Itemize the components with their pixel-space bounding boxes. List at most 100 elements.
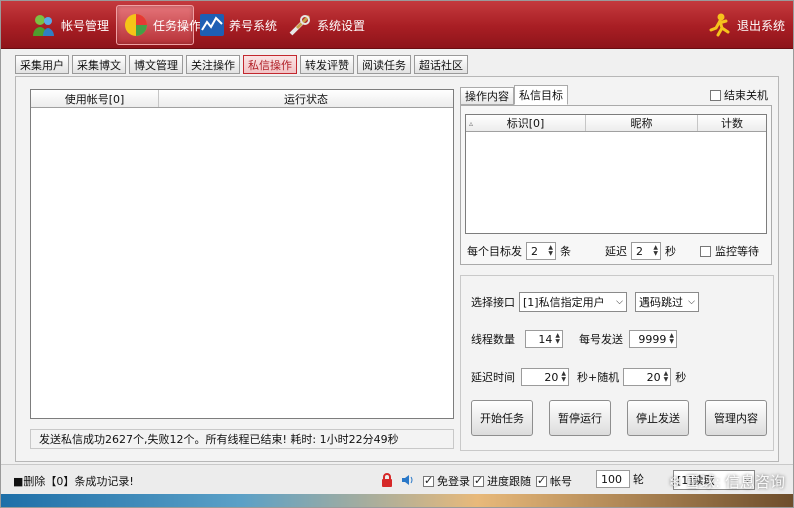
nurture-system-button[interactable]: 养号系统 bbox=[197, 5, 277, 45]
exit-system-label: 退出系统 bbox=[737, 18, 786, 33]
tab-super-topic[interactable]: 超话社区 bbox=[414, 55, 468, 74]
stepper-arrows-icon[interactable]: ▲ ▼ bbox=[548, 245, 553, 257]
per-target-stepper[interactable]: 2 ▲ ▼ bbox=[526, 242, 556, 260]
progress-follow-option[interactable]: 进度跟随 bbox=[473, 473, 531, 489]
account-option[interactable]: 帐号 bbox=[536, 473, 572, 489]
threads-row: 线程数量 14 ▲ ▼ 每号发送 9999 ▲ ▼ bbox=[471, 330, 677, 348]
interface-select[interactable]: [1]私信指定用户 ⌵ bbox=[519, 292, 627, 312]
delete-records-text[interactable]: ■删除【0】条成功记录! bbox=[13, 473, 134, 489]
round-input[interactable]: 100 bbox=[596, 470, 630, 488]
system-settings-button[interactable]: 系统设置 bbox=[281, 5, 365, 45]
target-table-header: ▵ 标识[0] 昵称 计数 bbox=[466, 115, 766, 132]
delay-time-label: 延迟时间 bbox=[471, 371, 515, 384]
per-target-value: 2 bbox=[531, 244, 538, 258]
delay-time-value: 20 bbox=[544, 370, 559, 384]
tab-collect-users[interactable]: 采集用户 bbox=[15, 55, 69, 74]
stepper-arrows-icon[interactable]: ▲ ▼ bbox=[664, 371, 669, 383]
tab-read-task[interactable]: 阅读任务 bbox=[357, 55, 411, 74]
progress-follow-checkbox[interactable] bbox=[473, 474, 484, 487]
tab-collect-posts[interactable]: 采集博文 bbox=[72, 55, 126, 74]
monitor-wait-checkbox[interactable] bbox=[700, 245, 711, 257]
line-chart-icon bbox=[199, 12, 225, 38]
round-label: 轮 bbox=[633, 473, 644, 486]
interface-row: 选择接口 [1]私信指定用户 ⌵ 遇码跳过 ⌵ bbox=[471, 292, 699, 312]
pie-chart-icon bbox=[123, 12, 149, 38]
delay-unit-label: 秒 bbox=[675, 371, 687, 384]
account-management-button[interactable]: 帐号管理 bbox=[25, 5, 115, 45]
account-option-label: 帐号 bbox=[550, 475, 572, 488]
tab-post-management[interactable]: 博文管理 bbox=[129, 55, 183, 74]
column-status[interactable]: 运行状态 bbox=[159, 90, 453, 107]
column-id-label: 标识[0] bbox=[506, 117, 545, 130]
account-status-table: 使用帐号[0] 运行状态 bbox=[30, 89, 454, 419]
system-settings-label: 系统设置 bbox=[317, 18, 366, 33]
column-account[interactable]: 使用帐号[0] bbox=[31, 90, 159, 107]
task-operation-label: 任务操作 bbox=[153, 18, 202, 33]
round-stepper[interactable]: 100 轮 bbox=[596, 470, 644, 488]
chevron-down-icon: ⌵ bbox=[616, 297, 623, 307]
speaker-icon[interactable] bbox=[401, 473, 415, 487]
round-value: 100 bbox=[601, 472, 622, 486]
stepper-arrows-icon[interactable]: ▲ ▼ bbox=[653, 245, 658, 257]
random-value: 20 bbox=[646, 370, 661, 384]
random-stepper[interactable]: 20 ▲ ▼ bbox=[623, 368, 672, 386]
progress-follow-label: 进度跟随 bbox=[487, 475, 531, 488]
exit-system-button[interactable]: 退出系统 bbox=[701, 5, 785, 45]
app-window: 帐号管理 任务操作 养号系统 系统设置 退出系统 采集用户 采集博文 博文管理 … bbox=[0, 0, 794, 508]
stepper-arrows-icon[interactable]: ▲ ▼ bbox=[561, 371, 566, 383]
pause-button[interactable]: 暂停运行 bbox=[549, 400, 611, 436]
sort-indicator-icon: ▵ bbox=[469, 118, 474, 128]
delay-stepper[interactable]: 2 ▲ ▼ bbox=[631, 242, 661, 260]
per-account-label: 每号发送 bbox=[579, 333, 623, 346]
delay-label: 延迟 bbox=[605, 245, 627, 258]
per-target-unit: 条 bbox=[560, 245, 571, 258]
task-panel: 使用帐号[0] 运行状态 发送私信成功2627个,失败12个。所有线程已结束! … bbox=[15, 76, 779, 462]
per-target-row: 每个目标发 2 ▲ ▼ 条 延迟 2 ▲ ▼ 秒 监控等待 bbox=[467, 242, 771, 260]
shutdown-checkbox[interactable] bbox=[710, 89, 721, 101]
function-tabs: 采集用户 采集博文 博文管理 关注操作 私信操作 转发评赞 阅读任务 超话社区 bbox=[15, 55, 468, 75]
target-table: ▵ 标识[0] 昵称 计数 bbox=[465, 114, 767, 234]
watermark-text: 雪球: 信息咨询 bbox=[685, 473, 785, 491]
stepper-arrows-icon[interactable]: ▲ ▼ bbox=[555, 333, 560, 345]
captcha-value: 遇码跳过 bbox=[639, 296, 683, 309]
users-icon bbox=[31, 12, 57, 38]
column-nickname[interactable]: 昵称 bbox=[586, 115, 698, 131]
threads-value: 14 bbox=[538, 332, 553, 346]
auto-login-option[interactable]: 免登录 bbox=[423, 473, 470, 489]
task-settings-panel: 选择接口 [1]私信指定用户 ⌵ 遇码跳过 ⌵ 线程数量 14 ▲▼ 每号发送 bbox=[460, 275, 774, 451]
tab-dm-target[interactable]: 私信目标 bbox=[514, 85, 568, 105]
interface-value: [1]私信指定用户 bbox=[523, 296, 605, 309]
shutdown-label: 结束关机 bbox=[724, 89, 768, 102]
lock-icon[interactable] bbox=[381, 473, 393, 487]
threads-label: 线程数量 bbox=[471, 333, 515, 346]
column-count[interactable]: 计数 bbox=[698, 115, 766, 131]
nurture-system-label: 养号系统 bbox=[229, 18, 278, 33]
main-toolbar: 帐号管理 任务操作 养号系统 系统设置 退出系统 bbox=[1, 1, 793, 49]
random-label: 秒+随机 bbox=[577, 371, 620, 384]
shutdown-option[interactable]: 结束关机 bbox=[710, 87, 768, 103]
threads-stepper[interactable]: 14 ▲ ▼ bbox=[525, 330, 563, 348]
delay-value: 2 bbox=[636, 244, 643, 258]
delay-time-row: 延迟时间 20 ▲ ▼ 秒+随机 20 ▲ ▼ 秒 bbox=[471, 368, 686, 386]
delay-unit: 秒 bbox=[665, 245, 676, 258]
tab-repost-comment-like[interactable]: 转发评赞 bbox=[300, 55, 354, 74]
stop-send-button[interactable]: 停止发送 bbox=[627, 400, 689, 436]
captcha-select[interactable]: 遇码跳过 ⌵ bbox=[635, 292, 699, 312]
tab-operation-content[interactable]: 操作内容 bbox=[460, 87, 514, 105]
account-checkbox[interactable] bbox=[536, 474, 547, 487]
interface-label: 选择接口 bbox=[471, 296, 515, 309]
status-line: 发送私信成功2627个,失败12个。所有线程已结束! 耗时: 1小时22分49秒 bbox=[30, 429, 454, 449]
tab-follow[interactable]: 关注操作 bbox=[186, 55, 240, 74]
auto-login-checkbox[interactable] bbox=[423, 474, 434, 487]
watermark: ❄ 雪球: 信息咨询 bbox=[669, 471, 785, 492]
delay-time-stepper[interactable]: 20 ▲ ▼ bbox=[521, 368, 569, 386]
per-account-stepper[interactable]: 9999 ▲ ▼ bbox=[629, 330, 677, 348]
tab-direct-message[interactable]: 私信操作 bbox=[243, 55, 297, 74]
manage-content-button[interactable]: 管理内容 bbox=[705, 400, 767, 436]
dm-target-panel: 操作内容 私信目标 结束关机 ▵ 标识[0] 昵称 计数 每个目标发 2 ▲ ▼… bbox=[458, 85, 776, 270]
task-operation-button[interactable]: 任务操作 bbox=[116, 5, 201, 45]
stepper-arrows-icon[interactable]: ▲ ▼ bbox=[669, 333, 674, 345]
running-man-icon bbox=[707, 12, 733, 38]
column-id[interactable]: ▵ 标识[0] bbox=[466, 115, 586, 131]
start-task-button[interactable]: 开始任务 bbox=[471, 400, 533, 436]
